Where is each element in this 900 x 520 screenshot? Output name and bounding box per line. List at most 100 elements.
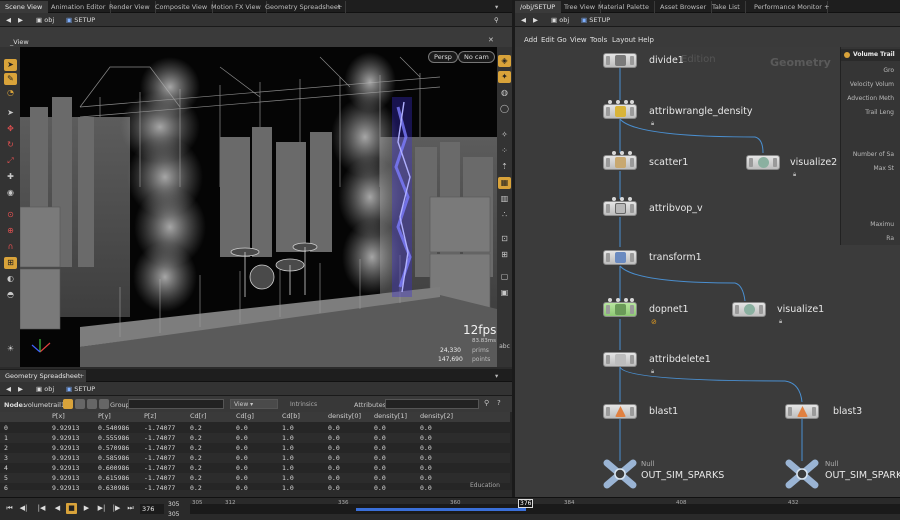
step-back-button[interactable]: |◀ [36,503,47,514]
lights-icon[interactable]: ✦ [498,71,511,83]
node-dopnet1[interactable] [603,298,637,317]
node-visualize2[interactable] [746,155,780,170]
particles-icon[interactable]: ∴ [498,209,511,221]
menu-add[interactable]: Add [524,36,538,44]
col-header-density0[interactable]: density[0] [328,412,361,420]
table-row[interactable]: 1 9.92913 0.555986 -1.74077 0.2 0.0 1.0 0.0 0.0 0… [0,433,510,443]
back-icon[interactable]: ◀ [6,15,11,25]
col-header-px[interactable]: P[x] [52,412,65,420]
prims-mode-icon[interactable] [87,399,97,409]
render-tool-icon[interactable]: ◓ [4,289,17,301]
paint-select-icon[interactable]: ✎ [4,73,17,85]
grid-snap-icon[interactable]: ⊞ [4,257,17,269]
camera-tool-icon[interactable]: ◐ [4,273,17,285]
tab-animation-editor[interactable]: Animation Editor [46,1,112,13]
show-normals-icon[interactable]: ⇡ [498,161,511,173]
pane-menu-icon[interactable]: ▾ [490,1,503,13]
frame-field[interactable]: 376 [140,504,164,514]
pose-tool-icon[interactable]: ✚ [4,171,17,183]
back-icon-lower[interactable]: ◀ [6,384,11,394]
node-attribvop-v[interactable] [603,197,637,216]
guides-icon[interactable]: ⊡ [498,233,511,245]
path-setup-lower[interactable]: ▣ SETUP [66,384,95,394]
step-forward-button[interactable]: ▶| [96,503,107,514]
templates-icon[interactable]: ▥ [498,193,511,205]
intrinsics-dropdown[interactable]: Intrinsics [290,401,317,408]
display-options-icon[interactable]: ◈ [498,55,511,67]
table-row[interactable]: 3 9.92913 0.585986 -1.74077 0.2 0.0 1.0 0.0 0.0 0… [0,453,510,463]
move-tool-icon[interactable]: ✥ [4,123,17,135]
stop-button[interactable]: ■ [66,503,77,514]
add-tab-button-right[interactable]: + [819,1,834,13]
tab-take-list[interactable]: Take List [707,1,746,13]
forward-icon-right[interactable]: ▶ [533,15,538,25]
tab-network-setup[interactable]: /obj/SETUP [515,1,562,13]
table-row[interactable]: 0 9.92913 0.540986 -1.74077 0.2 0.0 1.0 0.0 0.0 0… [0,423,510,433]
add-tab-button[interactable]: + [332,1,347,13]
lasso-tool-icon[interactable]: ◔ [4,87,17,99]
path-obj-lower[interactable]: ▣ obj [36,384,54,394]
node-transform1[interactable] [603,250,637,265]
magnet-icon[interactable]: ⊙ [4,209,17,221]
path-obj-right[interactable]: ▣ obj [551,15,569,25]
table-row[interactable]: 6 9.92913 0.630986 -1.74077 0.2 0.0 1.0 0.0 0.0 0… [0,483,510,490]
menu-layout[interactable]: Layout [612,36,636,44]
tab-scene-view[interactable]: Scene View [0,1,49,13]
tab-material-palette[interactable]: Material Palette [593,1,655,13]
table-row[interactable]: 2 9.92913 0.570986 -1.74077 0.2 0.0 1.0 0.0 0.0 0… [0,443,510,453]
menu-view[interactable]: View [570,36,587,44]
rotate-tool-icon[interactable]: ↻ [4,139,17,151]
add-tab-button-lower[interactable]: + [74,370,89,382]
pane-menu-icon-lower[interactable]: ▾ [490,370,503,382]
tab-composite-view[interactable]: Composite View [150,1,214,13]
col-header-cdr[interactable]: Cd[r] [190,412,206,420]
play-reverse-button[interactable]: ◀ [52,503,63,514]
table-row[interactable]: 5 9.92913 0.615986 -1.74077 0.2 0.0 1.0 0.0 0.0 0… [0,473,510,483]
node-out-sim-sparks-1[interactable] [603,459,637,489]
view-dropdown[interactable]: View ▾ [230,399,278,409]
persp-button[interactable]: Persp [428,51,458,63]
play-button[interactable]: ▶ [81,503,92,514]
node-visualize1[interactable] [732,302,766,317]
node-out-sim-sparks-2[interactable] [785,459,819,489]
prev-key-button[interactable]: ◀| [18,503,29,514]
table-row[interactable]: 4 9.92913 0.600986 -1.74077 0.2 0.0 1.0 0.0 0.0 0… [0,463,510,473]
path-setup[interactable]: ▣ SETUP [66,15,95,25]
menu-help[interactable]: Help [638,36,654,44]
light-tool-icon[interactable]: ☀ [4,343,17,355]
arrow-select-icon[interactable]: ➤ [4,107,17,119]
col-header-cdg[interactable]: Cd[g] [236,412,254,420]
pin-icon[interactable]: ⚲ [494,15,499,25]
abc-icon[interactable]: abc [498,341,511,353]
select-tool-icon[interactable]: ➤ [4,59,17,71]
node-blast3[interactable] [785,404,819,419]
range-start[interactable]: 305 [168,501,179,508]
next-key-button[interactable]: |▶ [111,503,122,514]
show-points-icon[interactable]: ⁘ [498,145,511,157]
path-obj[interactable]: ▣ obj [36,15,54,25]
view-tool-icon[interactable]: ◉ [4,187,17,199]
menu-tools[interactable]: Tools [590,36,607,44]
forward-icon[interactable]: ▶ [18,15,23,25]
close-viewport-icon[interactable]: ✕ [488,36,494,44]
range-start-2[interactable]: 305 [168,511,179,518]
grid-icon[interactable]: ⊞ [498,249,511,261]
node-blast1[interactable] [603,404,637,419]
jump-end-button[interactable]: ⏭ [125,503,136,514]
menu-go[interactable]: Go [557,36,567,44]
wireframe-icon[interactable]: ◯ [498,103,511,115]
points-mode-icon[interactable] [63,399,73,409]
ghost-icon[interactable]: ✧ [498,129,511,141]
path-setup-right[interactable]: ▣ SETUP [581,15,610,25]
col-header-pz[interactable]: P[z] [144,412,156,420]
node-divide1[interactable] [603,53,637,68]
pin-icon-lower[interactable]: ⚲ [484,399,489,407]
col-header-density2[interactable]: density[2] [420,412,453,420]
tab-render-view[interactable]: Render View [104,1,156,13]
shading-icon[interactable]: ◍ [498,87,511,99]
snap-icon[interactable]: ∩ [4,241,17,253]
col-header-py[interactable]: P[y] [98,412,111,420]
vertices-mode-icon[interactable] [75,399,85,409]
current-frame-marker[interactable]: 376 [518,499,534,508]
menu-edit[interactable]: Edit [541,36,555,44]
